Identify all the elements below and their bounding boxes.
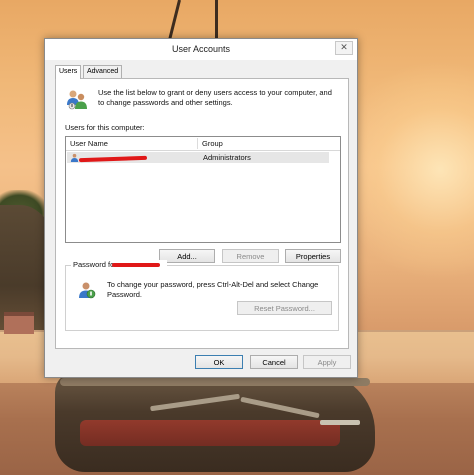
list-header: User Name Group [66, 137, 340, 151]
apply-button[interactable]: Apply [303, 355, 351, 369]
user-icon [70, 153, 79, 162]
group-cell: Administrators [203, 153, 251, 162]
redaction-mark [112, 263, 160, 267]
reset-password-button-label: Reset Password... [254, 304, 315, 313]
cancel-button[interactable]: Cancel [250, 355, 298, 369]
tab-users[interactable]: Users [55, 65, 82, 79]
redaction-mark [78, 155, 148, 163]
users-list-label: Users for this computer: [65, 123, 145, 132]
tab-advanced[interactable]: Advanced [83, 65, 123, 78]
boat-mast [168, 0, 181, 40]
add-button-label: Add... [177, 252, 197, 261]
column-header-user-name[interactable]: User Name [66, 137, 108, 150]
boat-hull-paint [80, 420, 340, 446]
users-icon [67, 90, 87, 110]
password-user-icon [79, 282, 96, 299]
properties-button[interactable]: Properties [285, 249, 341, 263]
column-header-group[interactable]: Group [198, 137, 223, 150]
close-button[interactable]: ✕ [335, 41, 353, 55]
window-title: User Accounts [171, 44, 231, 54]
beach-hut [4, 312, 34, 334]
ok-button-label: OK [213, 358, 225, 367]
properties-button-label: Properties [295, 252, 331, 261]
boat-mast [215, 0, 218, 40]
ok-button[interactable]: OK [195, 355, 243, 369]
reset-password-button[interactable]: Reset Password... [237, 301, 332, 315]
table-row[interactable]: Administrators [67, 152, 329, 163]
boat-rim [60, 378, 370, 386]
dialog-button-row: OK Cancel Apply [45, 355, 357, 371]
close-icon: ✕ [340, 42, 348, 52]
intro-text: Use the list below to grant or deny user… [98, 88, 332, 107]
remove-button-label: Remove [236, 252, 265, 261]
password-group: Password for To change your password, pr… [65, 260, 339, 331]
users-tab-panel: Use the list below to grant or deny user… [55, 78, 349, 349]
apply-button-label: Apply [317, 358, 337, 367]
cancel-button-label: Cancel [262, 358, 286, 367]
users-listview[interactable]: User Name Group Administrators [65, 136, 341, 243]
title-bar[interactable]: User Accounts ✕ [45, 39, 357, 60]
boat-plank [320, 420, 360, 425]
remove-button[interactable]: Remove [222, 249, 279, 263]
add-button[interactable]: Add... [159, 249, 215, 263]
password-instructions: To change your password, press Ctrl-Alt-… [107, 280, 319, 299]
user-accounts-dialog: User Accounts ✕ Users Advanced Use the l… [44, 38, 358, 378]
